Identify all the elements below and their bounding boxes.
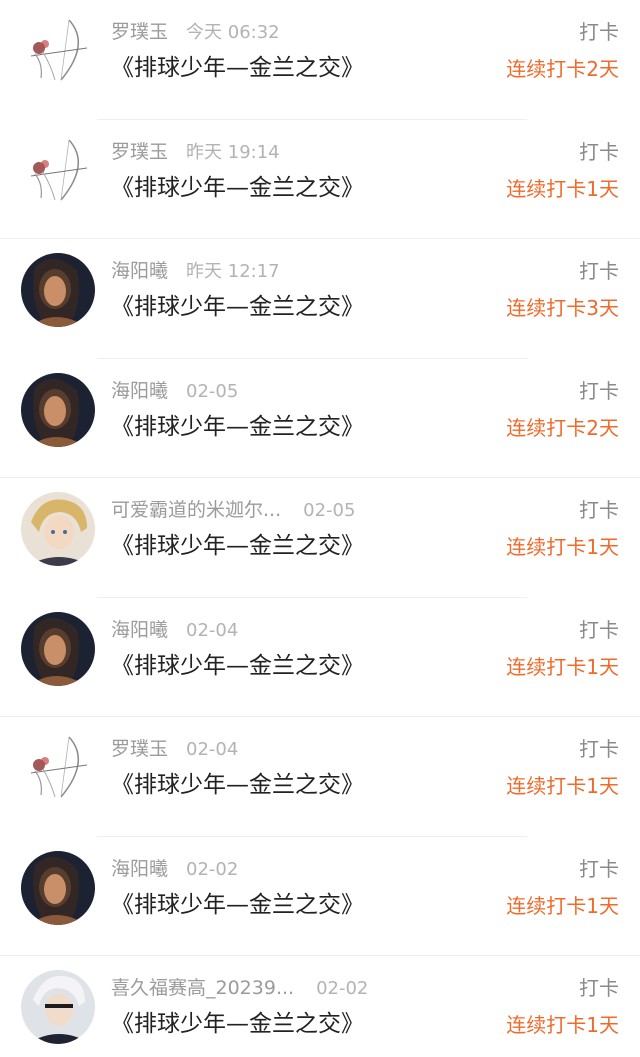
timestamp: 02-04 — [186, 739, 239, 760]
record-meta: 罗璞玉 昨天 19:14 — [111, 138, 280, 166]
record-meta: 罗璞玉 02-04 — [111, 735, 238, 763]
timestamp: 今天 06:32 — [186, 22, 280, 43]
record-meta: 海阳曦 昨天 12:17 — [111, 257, 280, 285]
user-name[interactable]: 海阳曦 — [111, 858, 168, 880]
record-type: 打卡 — [579, 20, 619, 44]
book-title[interactable]: 《排球少年—金兰之交》 — [111, 889, 364, 921]
record-meta: 罗璞玉 今天 06:32 — [111, 18, 280, 46]
list-item[interactable]: 海阳曦 02-05 《排球少年—金兰之交》 打卡 连续打卡2天 — [0, 359, 640, 478]
list-item[interactable]: 海阳曦 02-02 《排球少年—金兰之交》 打卡 连续打卡1天 — [0, 837, 640, 956]
record-type: 打卡 — [579, 856, 619, 881]
book-title[interactable]: 《排球少年—金兰之交》 — [111, 52, 364, 84]
list-item[interactable]: 可爱霸道的米迦尔... 02-05 《排球少年—金兰之交》 打卡 连续打卡1天 — [0, 478, 640, 598]
streak-text: 连续打卡1天 — [506, 654, 619, 679]
list-item[interactable]: 罗璞玉 昨天 19:14 《排球少年—金兰之交》 打卡 连续打卡1天 — [0, 120, 640, 239]
book-title[interactable]: 《排球少年—金兰之交》 — [111, 1008, 364, 1040]
streak-text: 连续打卡1天 — [506, 176, 619, 201]
book-title[interactable]: 《排球少年—金兰之交》 — [111, 769, 364, 801]
record-type: 打卡 — [579, 378, 619, 403]
record-meta: 海阳曦 02-04 — [111, 616, 238, 644]
anime-blond-icon[interactable] — [21, 492, 95, 566]
streak-text: 连续打卡2天 — [506, 57, 619, 81]
timestamp: 02-02 — [316, 978, 369, 999]
checkin-list: 罗璞玉 今天 06:32 《排球少年—金兰之交》 打卡 连续打卡2天 罗璞玉 昨天 … — [0, 0, 640, 1057]
portrait-dark-icon[interactable] — [21, 611, 95, 686]
user-name[interactable]: 海阳曦 — [111, 260, 168, 282]
list-item[interactable]: 海阳曦 02-04 《排球少年—金兰之交》 打卡 连续打卡1天 — [0, 598, 640, 717]
anime-white-hair-icon[interactable] — [21, 970, 95, 1044]
archer-sketch-icon[interactable] — [21, 133, 95, 208]
book-title[interactable]: 《排球少年—金兰之交》 — [111, 650, 364, 682]
user-name[interactable]: 罗璞玉 — [111, 738, 168, 760]
record-type: 打卡 — [579, 617, 619, 642]
streak-text: 连续打卡2天 — [506, 415, 619, 440]
user-name[interactable]: 喜久福赛高_20239... — [111, 977, 294, 999]
record-type: 打卡 — [579, 737, 619, 761]
user-name[interactable]: 罗璞玉 — [111, 21, 168, 43]
streak-text: 连续打卡1天 — [506, 535, 619, 559]
book-title[interactable]: 《排球少年—金兰之交》 — [111, 291, 364, 323]
user-name[interactable]: 海阳曦 — [111, 380, 168, 402]
timestamp: 02-05 — [303, 500, 356, 521]
user-name[interactable]: 海阳曦 — [111, 619, 168, 641]
record-type: 打卡 — [579, 498, 619, 522]
timestamp: 02-05 — [186, 380, 239, 402]
list-item[interactable]: 罗璞玉 今天 06:32 《排球少年—金兰之交》 打卡 连续打卡2天 — [0, 0, 640, 120]
record-meta: 喜久福赛高_20239... 02-02 — [111, 974, 368, 1002]
timestamp: 昨天 12:17 — [186, 261, 280, 282]
portrait-dark-icon[interactable] — [21, 253, 95, 327]
user-name[interactable]: 可爱霸道的米迦尔... — [111, 499, 281, 521]
archer-sketch-icon[interactable] — [21, 14, 95, 88]
record-type: 打卡 — [579, 259, 619, 283]
timestamp: 02-02 — [186, 858, 239, 880]
record-meta: 海阳曦 02-02 — [111, 855, 238, 883]
list-item[interactable]: 罗璞玉 02-04 《排球少年—金兰之交》 打卡 连续打卡1天 — [0, 717, 640, 837]
streak-text: 连续打卡1天 — [506, 774, 619, 798]
list-item[interactable]: 喜久福赛高_20239... 02-02 《排球少年—金兰之交》 打卡 连续打卡1… — [0, 956, 640, 1057]
book-title[interactable]: 《排球少年—金兰之交》 — [111, 172, 364, 204]
user-name[interactable]: 罗璞玉 — [111, 141, 168, 163]
portrait-dark-icon[interactable] — [21, 850, 95, 925]
streak-text: 连续打卡3天 — [506, 296, 619, 320]
book-title[interactable]: 《排球少年—金兰之交》 — [111, 411, 364, 443]
record-meta: 海阳曦 02-05 — [111, 377, 238, 405]
record-meta: 可爱霸道的米迦尔... 02-05 — [111, 496, 355, 524]
record-type: 打卡 — [579, 139, 619, 164]
streak-text: 连续打卡1天 — [506, 1013, 619, 1037]
record-type: 打卡 — [579, 976, 619, 1000]
archer-sketch-icon[interactable] — [21, 731, 95, 805]
portrait-dark-icon[interactable] — [21, 372, 95, 447]
book-title[interactable]: 《排球少年—金兰之交》 — [111, 530, 364, 562]
timestamp: 02-04 — [186, 619, 239, 641]
timestamp: 昨天 19:14 — [186, 141, 280, 163]
streak-text: 连续打卡1天 — [506, 893, 619, 918]
list-item[interactable]: 海阳曦 昨天 12:17 《排球少年—金兰之交》 打卡 连续打卡3天 — [0, 239, 640, 359]
